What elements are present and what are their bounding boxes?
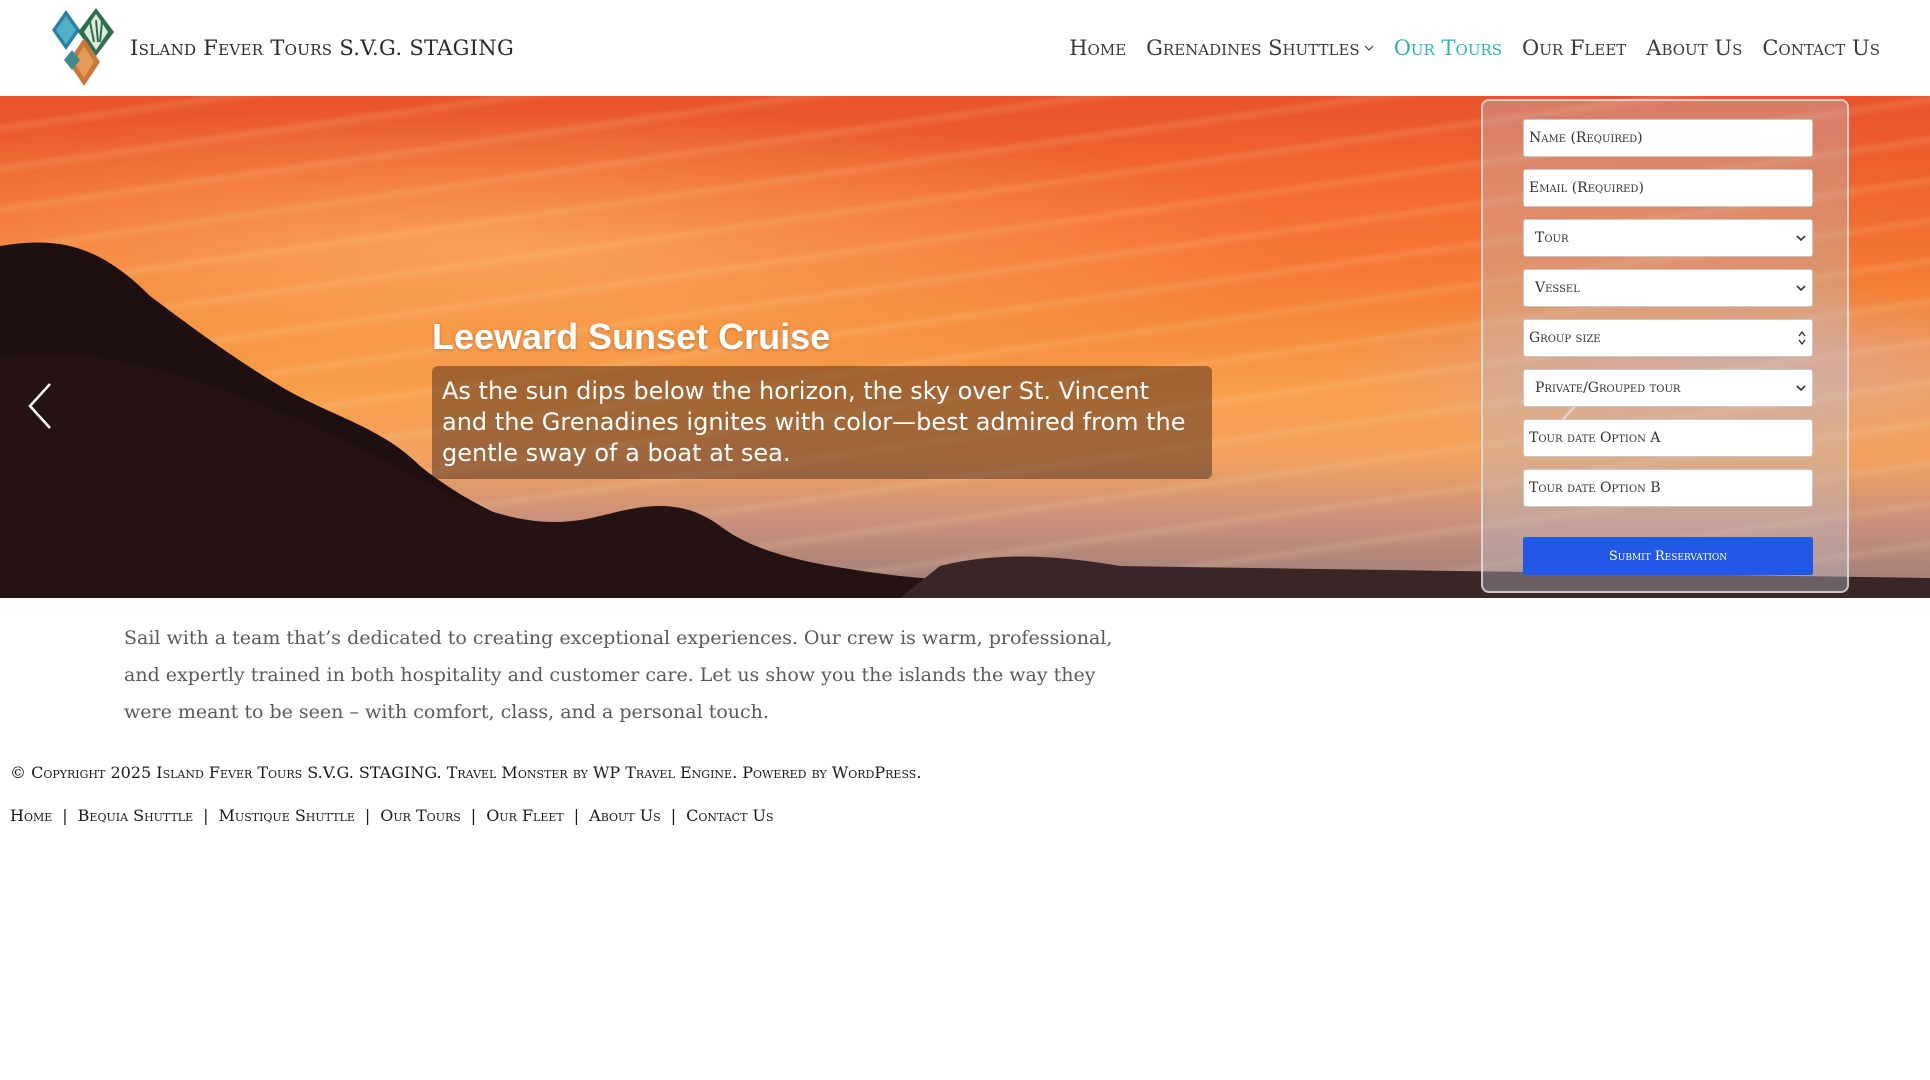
footer-separator: |: [670, 806, 677, 825]
vessel-select-value: Vessel: [1535, 280, 1580, 296]
nav-contact-us-label: Contact Us: [1762, 36, 1880, 60]
footer-link-bequia-shuttle[interactable]: Bequia Shuttle: [78, 806, 194, 825]
main-nav: Home Grenadines Shuttles Our Tours Our F…: [1069, 36, 1880, 60]
footer-nav: Home | Bequia Shuttle | Mustique Shuttle…: [10, 806, 774, 825]
spinner-arrows-icon[interactable]: [1797, 329, 1807, 347]
nav-home-label: Home: [1069, 36, 1127, 60]
slide-caption: Leeward Sunset Cruise As the sun dips be…: [432, 316, 1212, 479]
nav-home[interactable]: Home: [1069, 36, 1126, 60]
nav-about-us-label: About Us: [1646, 36, 1743, 60]
nav-our-tours-label: Our Tours: [1393, 36, 1503, 60]
nav-grenadines-shuttles[interactable]: Grenadines Shuttles: [1146, 36, 1374, 60]
footer-separator: |: [364, 806, 371, 825]
footer-link-our-tours[interactable]: Our Tours: [380, 806, 461, 825]
submit-reservation-button[interactable]: Submit Reservation: [1523, 537, 1813, 575]
footer-separator: |: [203, 806, 209, 825]
tour-select-value: Tour: [1535, 230, 1569, 246]
footer-link-mustique-shuttle[interactable]: Mustique Shuttle: [219, 806, 355, 825]
reservation-form: Name (Required) Email (Required) Tour Ve…: [1481, 99, 1849, 593]
nav-our-tours[interactable]: Our Tours: [1394, 36, 1502, 60]
name-input-placeholder: Name (Required): [1529, 130, 1643, 146]
chevron-down-icon: [1796, 285, 1806, 292]
tour-select[interactable]: Tour: [1523, 219, 1813, 257]
group-size-placeholder: Group size: [1529, 330, 1601, 346]
chevron-left-icon[interactable]: [20, 376, 60, 436]
tour-type-select-value: Private/Grouped tour: [1535, 380, 1681, 396]
intro-paragraph: Sail with a team that’s dedicated to cre…: [124, 627, 1113, 723]
site-title[interactable]: Island Fever Tours S.V.G. STAGING: [130, 36, 514, 60]
tour-date-b-input[interactable]: Tour date Option B: [1523, 469, 1813, 507]
footer-link-contact-us[interactable]: Contact Us: [686, 806, 773, 825]
slide-title: Leeward Sunset Cruise: [432, 316, 831, 357]
tour-type-select[interactable]: Private/Grouped tour: [1523, 369, 1813, 407]
email-input[interactable]: Email (Required): [1523, 169, 1813, 207]
nav-grenadines-shuttles-label: Grenadines Shuttles: [1146, 36, 1360, 60]
nav-about-us[interactable]: About Us: [1646, 36, 1742, 60]
email-input-placeholder: Email (Required): [1529, 180, 1644, 196]
footer-link-about-us[interactable]: About Us: [589, 806, 661, 825]
chevron-down-icon: [1364, 45, 1374, 51]
vessel-select[interactable]: Vessel: [1523, 269, 1813, 307]
chevron-down-icon: [1796, 385, 1806, 392]
nav-our-fleet-label: Our Fleet: [1522, 36, 1627, 60]
footer-link-our-fleet[interactable]: Our Fleet: [486, 806, 564, 825]
footer-separator: |: [470, 806, 477, 825]
hero-slider: Leeward Sunset Cruise As the sun dips be…: [0, 96, 1930, 598]
chevron-down-icon: [1796, 235, 1806, 242]
tour-date-b-placeholder: Tour date Option B: [1529, 480, 1661, 496]
tour-date-a-placeholder: Tour date Option A: [1529, 430, 1661, 446]
copyright-text: © Copyright 2025 Island Fever Tours S.V.…: [10, 763, 922, 782]
slide-description: As the sun dips below the horizon, the s…: [432, 366, 1212, 479]
name-input[interactable]: Name (Required): [1523, 119, 1813, 157]
footer-separator: |: [573, 806, 580, 825]
tour-date-a-input[interactable]: Tour date Option A: [1523, 419, 1813, 457]
diamond-mosaic-logo-icon[interactable]: [50, 8, 122, 88]
site-header: Island Fever Tours S.V.G. STAGING Home G…: [0, 0, 1930, 96]
footer-link-home[interactable]: Home: [10, 806, 52, 825]
nav-our-fleet[interactable]: Our Fleet: [1522, 36, 1626, 60]
group-size-input[interactable]: Group size: [1523, 319, 1813, 357]
submit-reservation-label: Submit Reservation: [1608, 548, 1728, 564]
nav-contact-us[interactable]: Contact Us: [1762, 36, 1880, 60]
footer-separator: |: [62, 806, 68, 825]
